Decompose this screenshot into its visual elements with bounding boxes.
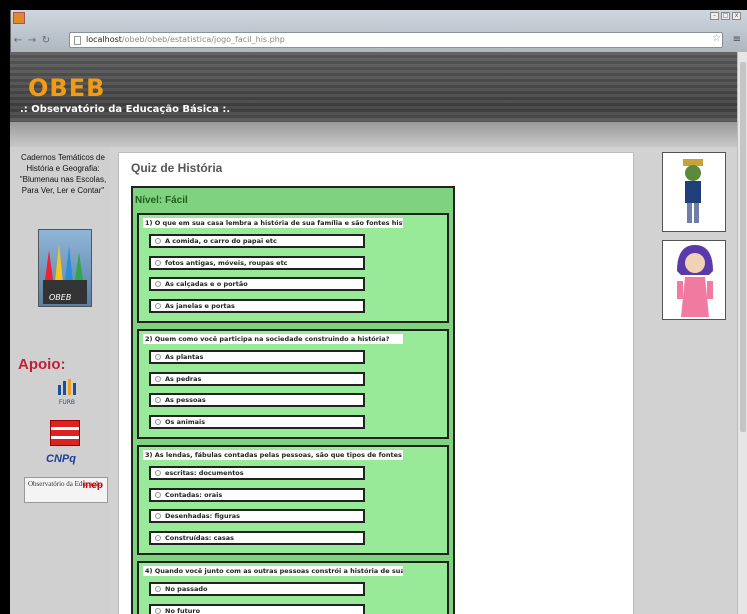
inep-label: inep xyxy=(82,480,103,491)
girl-character-icon xyxy=(677,245,713,317)
option-label: Contadas: orais xyxy=(165,491,223,499)
radio-button[interactable] xyxy=(155,513,161,519)
radio-button[interactable] xyxy=(155,586,161,592)
furb-logo[interactable]: FURB xyxy=(52,377,82,409)
answer-option[interactable]: Desenhadas: figuras xyxy=(149,509,365,523)
question-text: 2) Quem como você participa na sociedade… xyxy=(143,334,403,344)
furb-icon xyxy=(58,379,76,395)
option-label: As plantas xyxy=(165,353,204,361)
radio-button[interactable] xyxy=(155,470,161,476)
radio-button[interactable] xyxy=(155,303,161,309)
answer-option[interactable]: As pessoas xyxy=(149,393,365,407)
option-label: fotos antigas, móveis, roupas etc xyxy=(165,259,288,267)
site-tagline: .: Observatório da Educação Básica :. xyxy=(20,104,231,115)
option-label: As calçadas e o portão xyxy=(165,280,248,288)
radio-button[interactable] xyxy=(155,397,161,403)
answer-option[interactable]: A comida, o carro do papai etc xyxy=(149,234,365,248)
radio-button[interactable] xyxy=(155,238,161,244)
browser-chrome: – □ x ← → ↻ localhost/obeb/obeb/estatist… xyxy=(10,10,747,52)
option-label: Os animais xyxy=(165,418,206,426)
book-cover-image[interactable]: OBEB xyxy=(38,229,92,307)
left-sidebar: Cadernos Temáticos de História e Geograf… xyxy=(10,147,110,614)
answer-option[interactable]: As calçadas e o portão xyxy=(149,277,365,291)
answer-option[interactable]: As janelas e portas xyxy=(149,299,365,313)
question-1: 1) O que em sua casa lembra a história d… xyxy=(137,213,449,323)
minimize-button[interactable]: – xyxy=(710,12,719,20)
question-text: 4) Quando você junto com as outras pesso… xyxy=(143,566,403,576)
option-label: No passado xyxy=(165,585,208,593)
quiz-panel: Nível: Fácil 1) O que em sua casa lembra… xyxy=(131,186,455,614)
window-controls: – □ x xyxy=(710,12,741,20)
main-content: Quiz de História Nível: Fácil 1) O que e… xyxy=(118,152,634,614)
address-bar[interactable]: localhost/obeb/obeb/estatistica/jogo_fac… xyxy=(69,32,723,48)
apoio-heading: Apoio: xyxy=(18,356,66,373)
blumenau-flag-logo[interactable] xyxy=(50,420,80,446)
boy-character-icon xyxy=(683,159,703,223)
browser-app-icon[interactable] xyxy=(13,12,25,24)
question-3: 3) As lendas, fábulas contadas pelas pes… xyxy=(137,445,449,555)
answer-option[interactable]: No passado xyxy=(149,582,365,596)
option-label: escritas: documentos xyxy=(165,469,244,477)
answer-option[interactable]: No futuro xyxy=(149,604,365,614)
radio-button[interactable] xyxy=(155,281,161,287)
radio-button[interactable] xyxy=(155,376,161,382)
scrollbar-thumb[interactable] xyxy=(740,62,746,432)
reload-icon[interactable]: ↻ xyxy=(39,34,53,48)
page-scrollbar[interactable] xyxy=(737,52,747,614)
radio-button[interactable] xyxy=(155,260,161,266)
question-text: 1) O que em sua casa lembra a história d… xyxy=(143,218,403,228)
radio-button[interactable] xyxy=(155,492,161,498)
site-header: OBEB .: Observatório da Educação Básica … xyxy=(10,52,747,147)
page-title: Quiz de História xyxy=(131,161,223,175)
answer-option[interactable]: Construídas: casas xyxy=(149,531,365,545)
right-sidebar xyxy=(656,147,736,614)
cadernos-link[interactable]: Cadernos Temáticos de História e Geograf… xyxy=(18,152,108,196)
browser-toolbar: ← → ↻ localhost/obeb/obeb/estatistica/jo… xyxy=(11,30,747,52)
option-label: Construídas: casas xyxy=(165,534,235,542)
option-label: A comida, o carro do papai etc xyxy=(165,237,277,245)
boy-character-image xyxy=(662,152,726,232)
option-label: Desenhadas: figuras xyxy=(165,512,241,520)
answer-option[interactable]: Contadas: orais xyxy=(149,488,365,502)
question-2: 2) Quem como você participa na sociedade… xyxy=(137,329,449,439)
option-label: As pedras xyxy=(165,375,202,383)
menu-icon[interactable]: ≡ xyxy=(733,34,741,45)
bookmark-star-icon[interactable]: ☆ xyxy=(712,33,721,44)
answer-option[interactable]: Os animais xyxy=(149,415,365,429)
furb-label: FURB xyxy=(58,399,76,406)
radio-button[interactable] xyxy=(155,535,161,541)
answer-option[interactable]: fotos antigas, móveis, roupas etc xyxy=(149,256,365,270)
url-host: localhost xyxy=(86,35,122,44)
site-logo[interactable]: OBEB xyxy=(28,74,105,102)
answer-option[interactable]: As pedras xyxy=(149,372,365,386)
tab-strip: – □ x xyxy=(11,10,747,30)
book-label: OBEB xyxy=(49,293,72,302)
page-icon xyxy=(74,36,81,45)
url-path: /obeb/obeb/estatistica/jogo_facil_his.ph… xyxy=(121,35,285,44)
question-text: 3) As lendas, fábulas contadas pelas pes… xyxy=(143,450,403,460)
radio-button[interactable] xyxy=(155,354,161,360)
back-arrow-icon[interactable]: ← xyxy=(11,34,25,48)
option-label: As pessoas xyxy=(165,396,206,404)
observatorio-inep-logo[interactable]: Observatório da Educação inep xyxy=(24,477,108,503)
girl-character-image xyxy=(662,240,726,320)
web-page: OBEB .: Observatório da Educação Básica … xyxy=(10,52,747,614)
cnpq-logo[interactable]: CNPq xyxy=(46,453,76,465)
answer-option[interactable]: escritas: documentos xyxy=(149,466,365,480)
answer-option[interactable]: As plantas xyxy=(149,350,365,364)
maximize-button[interactable]: □ xyxy=(721,12,730,20)
radio-button[interactable] xyxy=(155,419,161,425)
question-4: 4) Quando você junto com as outras pesso… xyxy=(137,561,449,614)
close-button[interactable]: x xyxy=(732,12,741,20)
radio-button[interactable] xyxy=(155,608,161,614)
level-label: Nível: Fácil xyxy=(135,195,188,206)
option-label: No futuro xyxy=(165,607,201,614)
forward-arrow-icon[interactable]: → xyxy=(25,34,39,48)
option-label: As janelas e portas xyxy=(165,302,235,310)
